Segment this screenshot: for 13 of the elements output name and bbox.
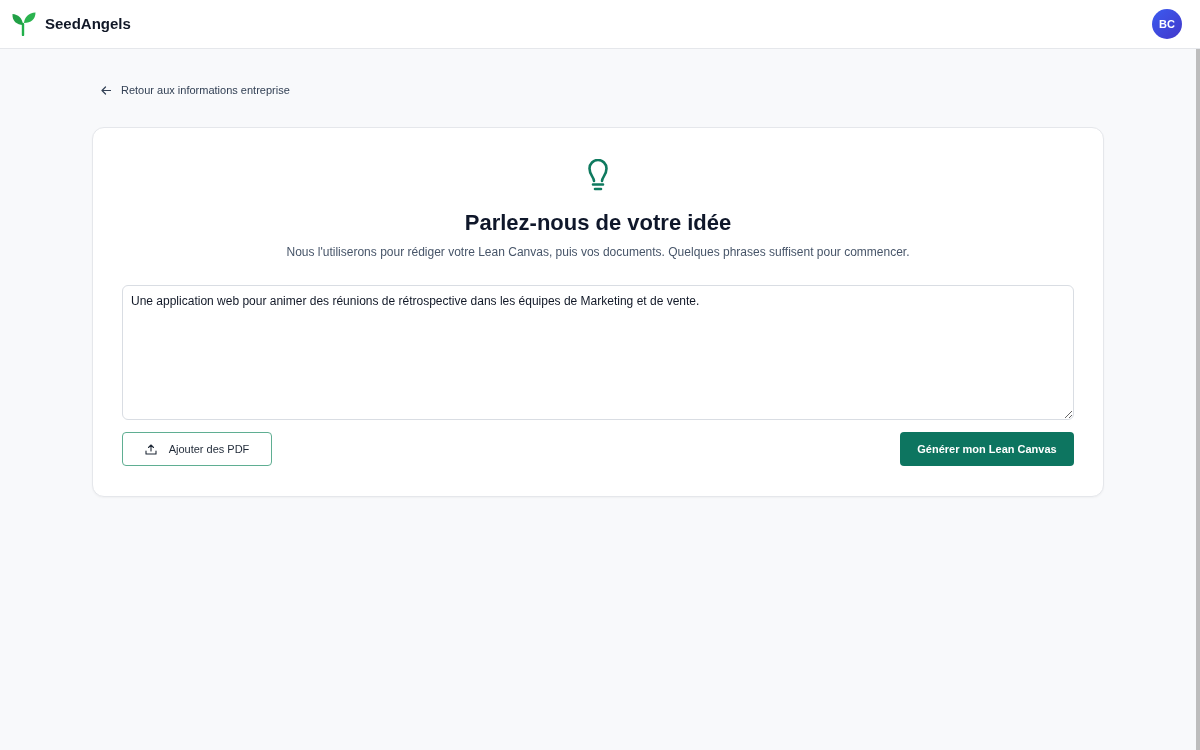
card-title: Parlez-nous de votre idée: [464, 209, 732, 237]
user-avatar[interactable]: BC: [1152, 9, 1182, 39]
idea-field[interactable]: Une application web pour animer des réunions de rétrospective dans les équipes de Marketing et de vente.: [122, 285, 1074, 420]
arrow-left-icon: [101, 86, 111, 95]
upload-pdf-button[interactable]: Ajouter des PDF: [122, 432, 272, 466]
card-subtitle: Nous l'utiliserons pour rédiger votre Lean Canvas, puis vos documents. Quelques phrases suffisent pour commencer.: [286, 244, 910, 261]
back-link[interactable]: Retour aux informations entreprise: [101, 82, 290, 99]
scrollbar[interactable]: [1196, 49, 1200, 750]
sprout-logo-icon: [12, 12, 36, 36]
generate-button[interactable]: Générer mon Lean Canvas: [900, 432, 1074, 466]
upload-icon: [144, 443, 157, 455]
brand-name: SeedAngels: [45, 13, 131, 34]
lightbulb-icon: [588, 159, 608, 191]
